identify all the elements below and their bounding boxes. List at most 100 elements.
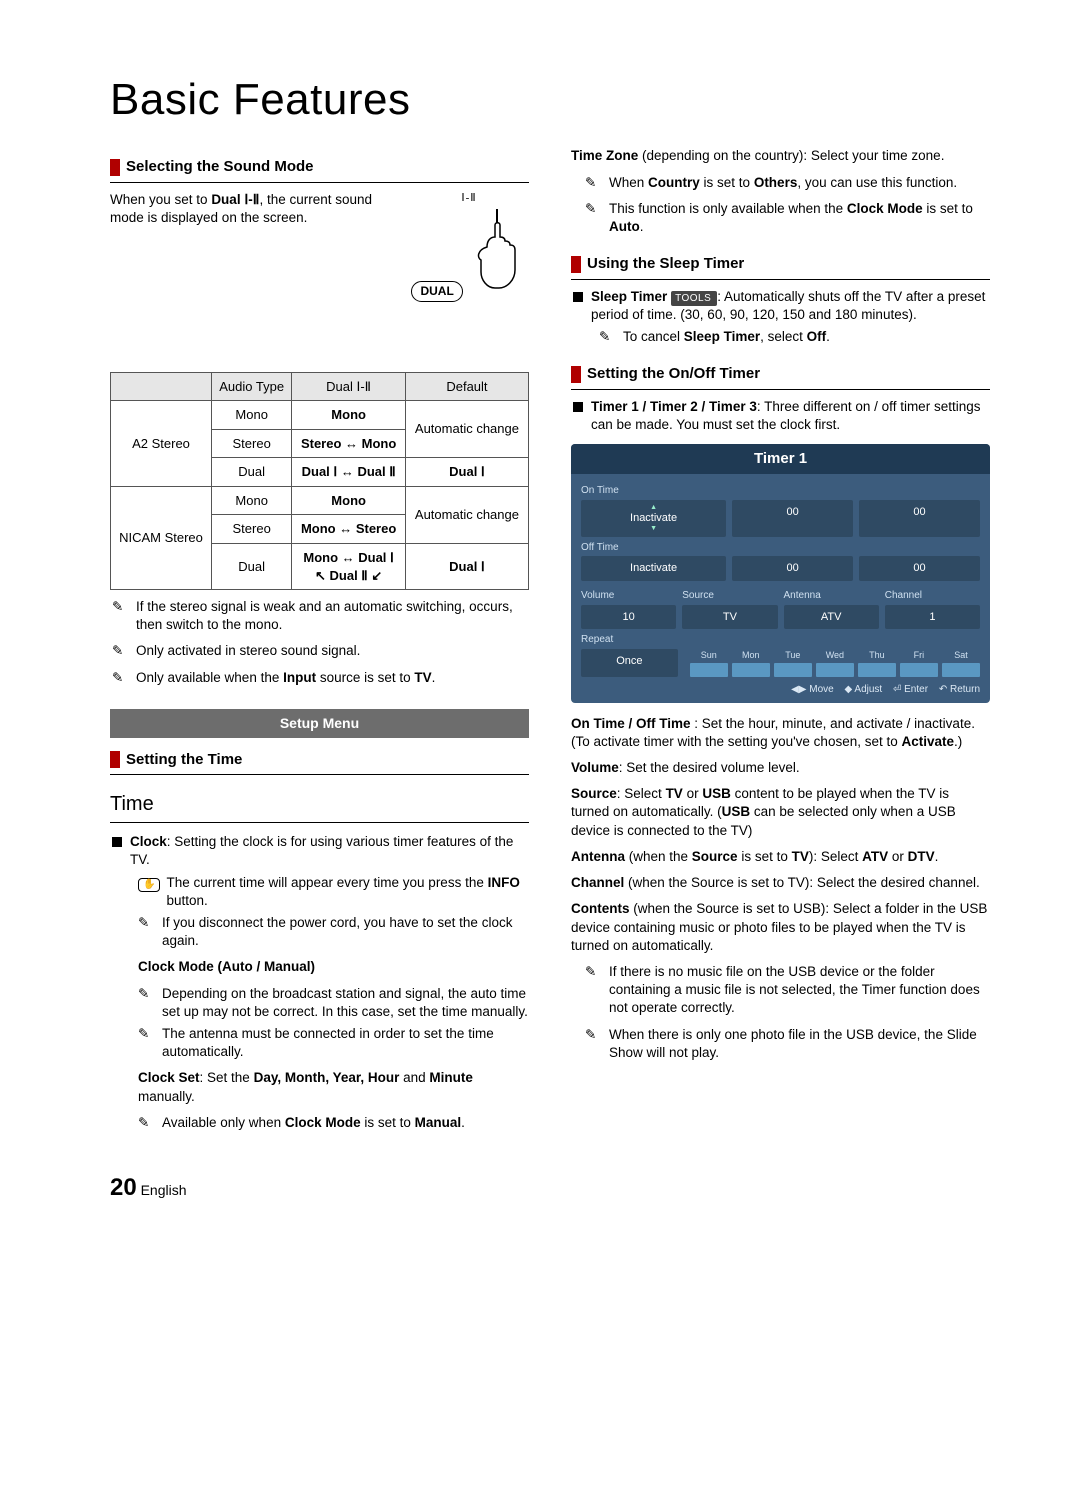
text-bold: Others bbox=[754, 175, 798, 190]
text: (when the Source is set to TV): Select t… bbox=[624, 875, 979, 890]
text-bold: Country bbox=[648, 175, 700, 190]
text: : Setting the clock is for using various… bbox=[130, 834, 513, 867]
text-bold: Auto bbox=[609, 219, 640, 234]
text: . bbox=[461, 1115, 465, 1130]
osd-day: Mon bbox=[732, 649, 770, 677]
cell: Mono bbox=[292, 401, 406, 430]
text-bold: Sleep Timer bbox=[684, 329, 760, 344]
cell: Dual bbox=[212, 458, 292, 487]
day-box-icon bbox=[816, 663, 854, 677]
osd-inactivate: Inactivate bbox=[581, 500, 726, 537]
text-bold: Volume bbox=[571, 760, 619, 775]
section-setting-time: Setting the Time bbox=[110, 750, 529, 775]
square-bullet-icon bbox=[112, 837, 122, 847]
cell: Mono ↔ Stereo bbox=[292, 515, 406, 544]
osd-labels-row: Volume Source Antenna Channel bbox=[581, 585, 980, 605]
square-bullet-icon bbox=[573, 402, 583, 412]
text-bold: Antenna bbox=[571, 849, 625, 864]
text: The current time will appear every time … bbox=[166, 875, 487, 890]
sound-intro-row: When you set to Dual Ⅰ-Ⅱ, the current so… bbox=[110, 191, 529, 302]
text-bold: Day, Month, Year, Hour bbox=[254, 1070, 400, 1085]
text: This function is only available when the bbox=[609, 201, 847, 216]
note-icon: ✎ bbox=[138, 985, 156, 1021]
section-title: Using the Sleep Timer bbox=[587, 254, 744, 274]
note: ✎ Only activated in stereo sound signal. bbox=[112, 642, 529, 660]
text: and bbox=[399, 1070, 429, 1085]
foot-return: ↶ Return bbox=[939, 684, 980, 695]
cell-bold: Mono ↔ Stereo bbox=[301, 521, 396, 536]
p-channel: Channel (when the Source is set to TV): … bbox=[571, 874, 990, 892]
th-default: Default bbox=[405, 372, 528, 401]
note: ✎To cancel Sleep Timer, select Off. bbox=[599, 328, 990, 346]
text-bold: Clock Mode bbox=[285, 1115, 361, 1130]
page-title: Basic Features bbox=[110, 70, 990, 129]
text: .) bbox=[954, 734, 962, 749]
section-onoff-timer: Setting the On/Off Timer bbox=[571, 364, 990, 389]
p-onoff: On Time / Off Time : Set the hour, minut… bbox=[571, 715, 990, 751]
text-bold: Clock Mode bbox=[847, 201, 923, 216]
text: is set to bbox=[738, 849, 792, 864]
note-icon: ✎ bbox=[585, 1026, 603, 1062]
day-box-icon bbox=[732, 663, 770, 677]
osd-label: Off Time bbox=[581, 541, 980, 555]
osd-footer: ◀▶ Move ◆ Adjust ⏎ Enter ↶ Return bbox=[571, 679, 990, 699]
text-bold: Dual Ⅰ-Ⅱ bbox=[211, 192, 259, 207]
section-title: Setting the Time bbox=[126, 750, 242, 770]
day-box-icon bbox=[858, 663, 896, 677]
dual-button-icon: DUAL bbox=[411, 281, 462, 301]
day-box-icon bbox=[900, 663, 938, 677]
cell: Dual Ⅰ bbox=[405, 543, 528, 589]
osd-day: Tue bbox=[774, 649, 812, 677]
text-bold: DTV bbox=[908, 849, 935, 864]
cell-bold: Dual Ⅰ bbox=[449, 464, 485, 479]
text-bold: USB bbox=[702, 786, 731, 801]
text: ): Select bbox=[809, 849, 862, 864]
bullet-onoff: Timer 1 / Timer 2 / Timer 3: Three diffe… bbox=[573, 398, 990, 434]
note-icon: ✎ bbox=[112, 598, 130, 634]
day-label: Tue bbox=[785, 650, 800, 660]
text: button. bbox=[166, 893, 207, 908]
page-number: 20 bbox=[110, 1174, 137, 1201]
cell-bold: Dual Ⅰ bbox=[449, 559, 485, 574]
note-icon: ✎ bbox=[112, 669, 130, 687]
text: To cancel bbox=[623, 329, 684, 344]
section-marker-icon bbox=[110, 159, 120, 176]
text-bold: Clock Set bbox=[138, 1070, 200, 1085]
cell: Stereo bbox=[212, 429, 292, 458]
note: ✎Only available when the Input source is… bbox=[112, 669, 529, 687]
cell: Automatic change bbox=[405, 401, 528, 458]
osd-day: Sat bbox=[942, 649, 980, 677]
note-icon: ✎ bbox=[138, 914, 156, 950]
day-label: Sat bbox=[954, 650, 968, 660]
osd-day: Fri bbox=[900, 649, 938, 677]
text: Sleep Timer TOOLS: Automatically shuts o… bbox=[591, 288, 990, 325]
osd-antenna: ATV bbox=[784, 605, 879, 630]
osd-label: Antenna bbox=[784, 589, 879, 603]
text-bold: Minute bbox=[429, 1070, 473, 1085]
text-bold: Source bbox=[571, 786, 617, 801]
note: ✎ This function is only available when th… bbox=[585, 200, 990, 236]
cell: Mono bbox=[292, 486, 406, 515]
day-box-icon bbox=[690, 663, 728, 677]
square-bullet-icon bbox=[573, 292, 583, 302]
osd-label: On Time bbox=[581, 484, 980, 498]
text: Available only when bbox=[162, 1115, 285, 1130]
clock-set: Clock Set: Set the Day, Month, Year, Hou… bbox=[138, 1069, 529, 1105]
text: : Set the bbox=[200, 1070, 254, 1085]
text-bold: Clock bbox=[130, 834, 167, 849]
note-icon: ✎ bbox=[112, 642, 130, 660]
note-text: Only activated in stereo sound signal. bbox=[136, 642, 529, 660]
text: or bbox=[888, 849, 908, 864]
foot-adjust: ◆ Adjust bbox=[844, 684, 882, 695]
note: ✎Available only when Clock Mode is set t… bbox=[138, 1114, 529, 1132]
note-icon: ✎ bbox=[585, 200, 603, 236]
setup-menu-band: Setup Menu bbox=[110, 709, 529, 738]
osd-hour: 00 bbox=[732, 500, 853, 537]
text-bold: Channel bbox=[571, 875, 624, 890]
text: manually. bbox=[138, 1089, 195, 1104]
note: ✎If there is no music file on the USB de… bbox=[585, 963, 990, 1018]
text: , you can use this function. bbox=[797, 175, 957, 190]
osd-repeat-value: Once bbox=[581, 649, 678, 677]
section-marker-icon bbox=[110, 751, 120, 768]
clock-mode-label: Clock Mode (Auto / Manual) bbox=[138, 958, 529, 976]
